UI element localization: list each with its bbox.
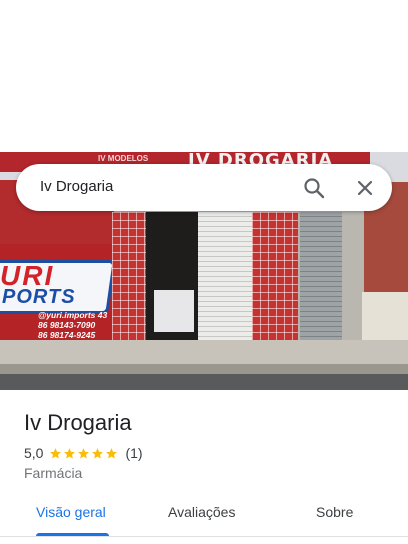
place-tabs: Visão geral Avaliações Sobre <box>0 500 408 544</box>
star-icon <box>92 447 104 458</box>
shop-counter <box>154 290 194 332</box>
star-icon <box>50 447 62 458</box>
search-icon[interactable] <box>299 173 329 203</box>
logo-phone-1: 86 98143-7090 <box>38 320 96 330</box>
curb <box>0 364 408 374</box>
tab-divider <box>0 536 408 537</box>
tab-reviews[interactable]: Avaliações <box>168 504 235 520</box>
logo-phone-2: 86 98174-9245 <box>38 330 96 340</box>
review-count[interactable]: (1) <box>125 445 142 461</box>
tab-overview[interactable]: Visão geral <box>36 504 106 520</box>
logo-text-bottom: PORTS <box>2 286 76 308</box>
map-blank-area <box>0 0 408 152</box>
sidewalk <box>0 340 408 366</box>
tiled-wall-right <box>252 212 298 344</box>
star-icon <box>64 447 76 458</box>
place-title: Iv Drogaria <box>24 410 132 435</box>
search-bar[interactable]: Iv Drogaria <box>16 164 392 211</box>
storefront-small-sign-text: IV MODELOS <box>98 154 149 163</box>
rolling-shutter-gray <box>300 212 342 344</box>
star-icon <box>78 447 90 458</box>
close-icon[interactable] <box>350 173 380 203</box>
tiled-wall-left <box>112 212 146 344</box>
star-icon <box>106 447 118 458</box>
road <box>0 374 408 390</box>
rolling-shutter <box>198 212 252 344</box>
tab-about[interactable]: Sobre <box>316 504 353 520</box>
search-input[interactable]: Iv Drogaria <box>40 178 113 195</box>
rating-row[interactable]: 5,0 (1) <box>24 444 143 462</box>
place-category[interactable]: Farmácia <box>24 465 82 481</box>
concrete-pillar <box>342 192 364 362</box>
rating-value: 5,0 <box>24 445 44 461</box>
logo-instagram-text: @yuri.imports 43 <box>38 310 108 320</box>
rating-stars <box>49 447 119 460</box>
